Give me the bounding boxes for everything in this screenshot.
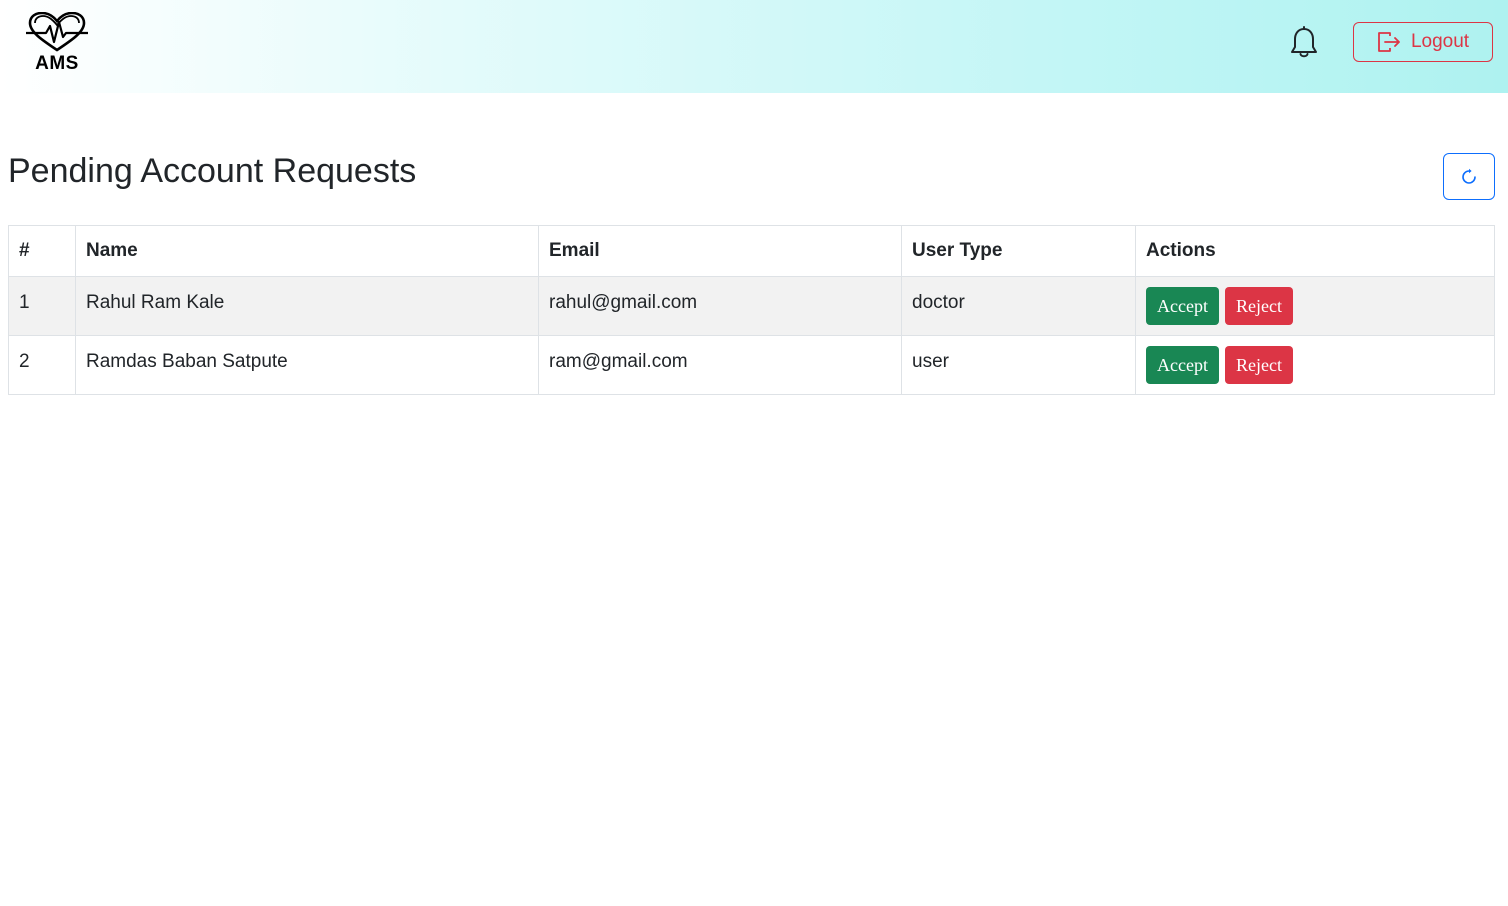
page-title: Pending Account Requests [8, 152, 417, 190]
top-navbar: AMS Logout [0, 0, 1508, 93]
heart-pulse-icon [26, 12, 88, 52]
logout-label: Logout [1410, 31, 1470, 52]
column-header-actions: Actions [1135, 225, 1495, 277]
accept-button[interactable]: Accept [1146, 346, 1219, 384]
row-number: 2 [8, 335, 76, 395]
row-user-type: doctor [901, 276, 1136, 336]
box-arrow-right-icon [1378, 32, 1400, 52]
row-user-type: user [901, 335, 1136, 395]
logout-button[interactable]: Logout [1353, 22, 1493, 62]
row-email: ram@gmail.com [538, 335, 902, 395]
accept-button[interactable]: Accept [1146, 287, 1219, 325]
row-email: rahul@gmail.com [538, 276, 902, 336]
brand-text: AMS [35, 53, 79, 74]
notifications-button[interactable] [1289, 26, 1319, 60]
table-row: 1 Rahul Ram Kale rahul@gmail.com doctor … [8, 276, 1495, 336]
refresh-button[interactable] [1443, 153, 1495, 200]
column-header-number: # [8, 225, 76, 277]
column-header-user-type: User Type [901, 225, 1136, 277]
column-header-email: Email [538, 225, 902, 277]
row-number: 1 [8, 276, 76, 336]
bell-icon [1291, 26, 1317, 58]
row-name: Ramdas Baban Satpute [75, 335, 539, 395]
table-header-row: # Name Email User Type Actions [8, 225, 1495, 277]
requests-table: # Name Email User Type Actions 1 Rahul R… [8, 225, 1495, 395]
reject-button[interactable]: Reject [1224, 346, 1293, 384]
row-actions: Accept Reject [1135, 335, 1495, 395]
table-row: 2 Ramdas Baban Satpute ram@gmail.com use… [8, 335, 1495, 395]
brand-logo[interactable]: AMS [22, 12, 92, 74]
refresh-icon [1462, 168, 1476, 184]
reject-button[interactable]: Reject [1224, 287, 1293, 325]
column-header-name: Name [75, 225, 539, 277]
row-actions: Accept Reject [1135, 276, 1495, 336]
row-name: Rahul Ram Kale [75, 276, 539, 336]
